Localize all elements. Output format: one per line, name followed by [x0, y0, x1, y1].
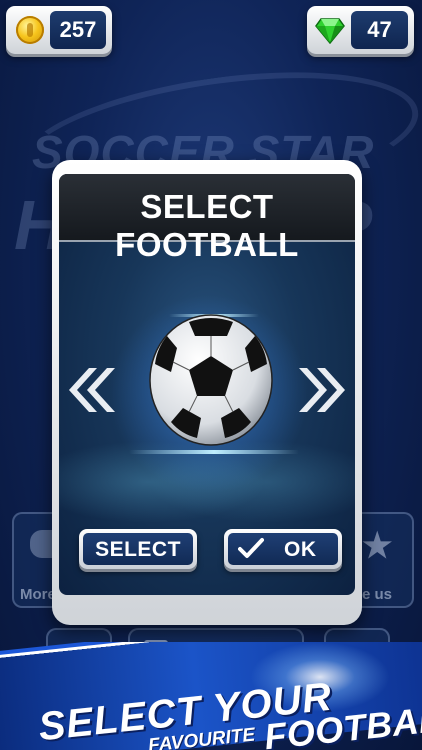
- star-icon: ★: [362, 527, 393, 565]
- coin-count: 257: [59, 17, 97, 42]
- dialog-title: SELECT FOOTBALL: [115, 188, 299, 263]
- double-chevron-right-icon[interactable]: [295, 362, 351, 418]
- coin-icon: [16, 16, 44, 44]
- rate-label: e us: [362, 586, 393, 603]
- coin-counter: 257: [6, 6, 112, 54]
- gem-counter: 47: [307, 6, 414, 54]
- more-label: More: [20, 586, 56, 603]
- select-button-label: SELECT: [95, 538, 181, 561]
- select-football-dialog: SELECT FOOTBALL SELECT OK: [52, 160, 362, 625]
- ok-button-label: OK: [284, 538, 317, 561]
- ok-button[interactable]: OK: [224, 529, 342, 569]
- football-preview[interactable]: [149, 314, 273, 446]
- double-chevron-left-icon[interactable]: [63, 362, 119, 418]
- check-icon: [238, 538, 264, 558]
- dialog-body: SELECT FOOTBALL SELECT OK: [59, 174, 355, 595]
- select-button[interactable]: SELECT: [79, 529, 197, 569]
- dialog-header: SELECT FOOTBALL: [59, 174, 355, 263]
- gem-count: 47: [367, 17, 392, 42]
- light-streak: [129, 450, 299, 454]
- gem-icon: [315, 18, 345, 44]
- promo-banner: SELECT YOUR FOOTBALL FAVOURITE: [0, 642, 422, 750]
